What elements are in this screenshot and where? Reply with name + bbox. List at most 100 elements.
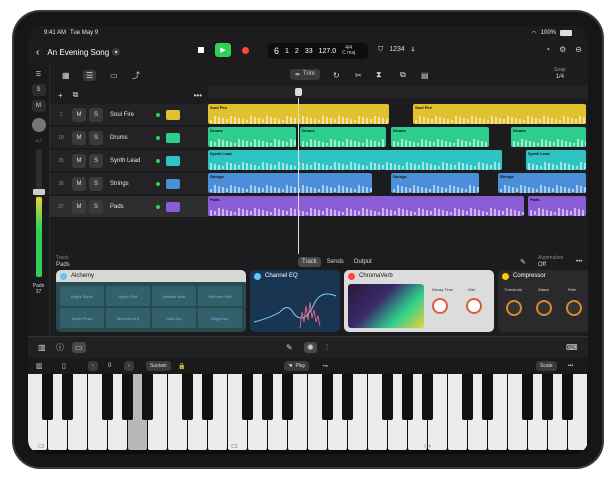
black-key[interactable]: [262, 374, 273, 420]
attack-knob[interactable]: [536, 300, 552, 316]
sustain-button[interactable]: Sustain: [146, 361, 171, 371]
scissors-icon[interactable]: ✂: [355, 71, 362, 80]
solo-button[interactable]: S: [89, 176, 103, 191]
region[interactable]: Strings: [208, 173, 372, 193]
octave-down-icon[interactable]: ‹: [88, 361, 98, 371]
black-key[interactable]: [422, 374, 433, 420]
power-icon[interactable]: [348, 272, 355, 280]
tab-output[interactable]: Output: [350, 257, 376, 267]
automation-info[interactable]: Automation Off: [538, 255, 563, 269]
arrange-area[interactable]: Soul Fire Soul Fire Drums Drums Drums Drums Sy…: [208, 98, 588, 254]
alchemy-pad[interactable]: Mirrored Arp: [106, 308, 150, 328]
mute-button[interactable]: M: [72, 176, 86, 191]
pencil-icon[interactable]: ✎: [520, 258, 526, 266]
smart-controls-icon[interactable]: ✺: [304, 342, 317, 353]
alchemy-pad[interactable]: Dark Arp: [152, 308, 196, 328]
playhead-handle[interactable]: [295, 88, 302, 96]
mixer-icon[interactable]: ⫶: [326, 343, 328, 353]
region[interactable]: Pads: [208, 196, 524, 216]
black-key[interactable]: [342, 374, 353, 420]
alchemy-pad[interactable]: Synth Fluff: [106, 286, 150, 306]
copy-icon[interactable]: ⧉: [400, 70, 406, 80]
more-options-icon[interactable]: •••: [194, 91, 202, 100]
plugin-compressor[interactable]: Compressor Threshold Attack Rele: [498, 270, 588, 332]
chevron-down-icon[interactable]: ▾: [112, 48, 121, 56]
black-key[interactable]: [62, 374, 73, 420]
plugin-chromaverb[interactable]: ChromaVerb Decay Time Wet: [344, 270, 494, 332]
snap-control[interactable]: Snap 1/4: [554, 67, 566, 81]
track-header[interactable]: 1 M S Soul Fire: [50, 104, 208, 126]
piano-keyboard[interactable]: C2 C3 C4: [28, 374, 588, 454]
decay-knob[interactable]: [432, 298, 448, 314]
power-icon[interactable]: [502, 272, 509, 280]
release-knob[interactable]: [566, 300, 582, 316]
keyboard-toggle-icon[interactable]: ⌨: [566, 343, 578, 352]
record-enable-icon[interactable]: [156, 158, 160, 163]
tab-track[interactable]: Track: [298, 257, 321, 267]
solo-strip-button[interactable]: S: [31, 84, 46, 96]
black-key[interactable]: [282, 374, 293, 420]
project-title[interactable]: An Evening Song: [47, 48, 109, 57]
record-enable-icon[interactable]: [156, 181, 160, 186]
mute-button[interactable]: M: [72, 130, 86, 145]
settings-icon[interactable]: ⚙: [559, 45, 566, 54]
record-enable-icon[interactable]: [156, 204, 160, 209]
power-icon[interactable]: [60, 272, 67, 280]
loop-tool-icon[interactable]: ↻: [333, 71, 340, 80]
tracks-view-icon[interactable]: ☰: [83, 69, 97, 81]
mute-button[interactable]: M: [72, 153, 86, 168]
black-key[interactable]: [542, 374, 553, 420]
arpeggiator-icon[interactable]: ⊸: [322, 362, 328, 370]
black-key[interactable]: [462, 374, 473, 420]
more-icon[interactable]: ⊖: [575, 45, 582, 54]
region[interactable]: Synth Lead: [526, 150, 586, 170]
duplicate-track-icon[interactable]: ⧉: [73, 90, 79, 100]
grid-view-icon[interactable]: ▦: [62, 71, 70, 80]
mute-button[interactable]: M: [72, 199, 86, 214]
sidebar-icon[interactable]: ▯: [62, 362, 66, 370]
black-key[interactable]: [522, 374, 533, 420]
loop-browser-icon[interactable]: ◔: [545, 45, 550, 54]
region[interactable]: Drums: [300, 127, 386, 147]
solo-button[interactable]: S: [89, 199, 103, 214]
timeline-ruler[interactable]: [208, 86, 588, 98]
trim-tool-button[interactable]: ⇹ Trim: [290, 69, 320, 80]
solo-button[interactable]: S: [89, 107, 103, 122]
black-key[interactable]: [122, 374, 133, 420]
volume-fader[interactable]: [32, 149, 45, 277]
automation-view-icon[interactable]: ⤴: [132, 70, 140, 81]
threshold-knob[interactable]: [506, 300, 522, 316]
region-view-icon[interactable]: ▭: [110, 71, 118, 80]
lock-icon[interactable]: 🔒: [178, 363, 185, 370]
region[interactable]: Strings: [391, 173, 479, 193]
record-enable-icon[interactable]: [156, 112, 160, 117]
solo-button[interactable]: S: [89, 153, 103, 168]
wet-knob[interactable]: [466, 298, 482, 314]
black-key[interactable]: [562, 374, 573, 420]
track-header[interactable]: 36 M S Strings: [50, 173, 208, 195]
play-button[interactable]: ▶: [215, 43, 231, 57]
alchemy-pad[interactable]: Bright Arp: [198, 308, 242, 328]
black-key[interactable]: [402, 374, 413, 420]
alchemy-pad[interactable]: Synth Pluck: [60, 308, 104, 328]
piano-icon[interactable]: ▥: [36, 362, 43, 370]
octave-up-icon[interactable]: ›: [124, 361, 134, 371]
region[interactable]: Pads: [528, 196, 586, 216]
tab-sends[interactable]: Sends: [323, 257, 348, 267]
black-key[interactable]: [202, 374, 213, 420]
black-key[interactable]: [102, 374, 113, 420]
tuning-fork-icon[interactable]: ⍋: [411, 46, 415, 54]
black-key[interactable]: [382, 374, 393, 420]
edit-pencil-icon[interactable]: ✎: [286, 343, 293, 352]
pan-knob[interactable]: [31, 118, 46, 132]
track-header[interactable]: 18 M S Drums: [50, 127, 208, 149]
info-icon[interactable]: ⓘ: [56, 342, 64, 353]
track-header[interactable]: 35 M S Synth Lead: [50, 150, 208, 172]
region[interactable]: Drums: [208, 127, 296, 147]
mute-button[interactable]: M: [72, 107, 86, 122]
alchemy-pad[interactable]: Metallic Beat: [152, 286, 196, 306]
solo-button[interactable]: S: [89, 130, 103, 145]
play-mode-button[interactable]: ☚ Play: [284, 361, 310, 371]
record-button[interactable]: [237, 43, 253, 57]
alchemy-pad[interactable]: Mirrored Pad: [198, 286, 242, 306]
